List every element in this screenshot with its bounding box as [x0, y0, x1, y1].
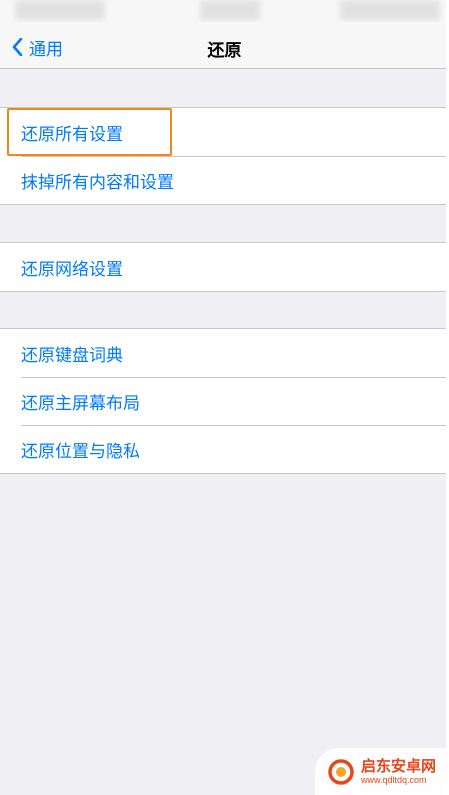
reset-location-privacy-cell[interactable]: 还原位置与隐私 [0, 425, 446, 473]
erase-all-content-cell[interactable]: 抹掉所有内容和设置 [0, 156, 446, 204]
watermark-url: www.qdltdq.com [361, 774, 427, 785]
watermark-name: 启东安卓网 [361, 756, 437, 775]
status-bar-blur [340, 0, 440, 20]
reset-keyboard-dictionary-cell[interactable]: 还原键盘词典 [0, 329, 446, 377]
status-bar-blur [200, 0, 260, 20]
settings-group-3: 还原键盘词典 还原主屏幕布局 还原位置与隐私 [0, 328, 446, 474]
reset-network-settings-cell[interactable]: 还原网络设置 [0, 243, 446, 291]
reset-all-settings-cell[interactable]: 还原所有设置 [0, 108, 446, 156]
page-title: 还原 [207, 41, 242, 61]
settings-group-2: 还原网络设置 [0, 242, 446, 292]
status-bar-blur [15, 0, 105, 20]
watermark: 启东安卓网 www.qdltdq.com [315, 748, 449, 795]
watermark-text: 启东安卓网 www.qdltdq.com [361, 756, 437, 786]
watermark-logo-icon [328, 758, 354, 785]
reset-home-screen-layout-cell[interactable]: 还原主屏幕布局 [0, 377, 446, 425]
status-bar [0, 0, 449, 22]
settings-group-1: 还原所有设置 抹掉所有内容和设置 [0, 107, 446, 205]
navigation-bar: 通用 还原 [0, 22, 449, 69]
